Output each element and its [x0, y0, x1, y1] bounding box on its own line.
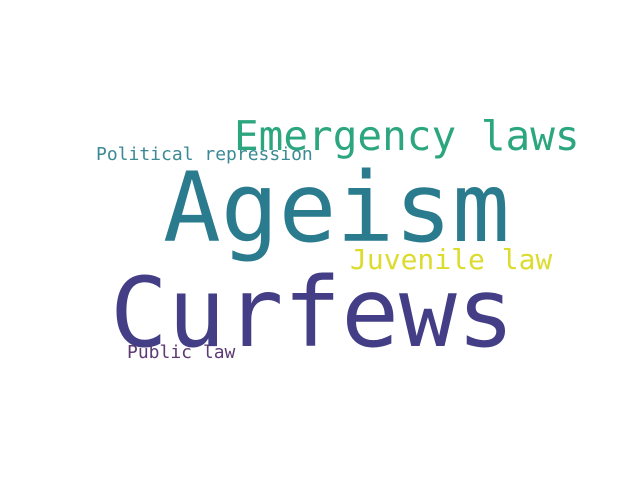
word-cloud: Curfews Ageism Emergency laws Juvenile l… — [0, 0, 640, 480]
word-political-repression: Political repression — [96, 144, 313, 165]
word-juvenile-law: Juvenile law — [350, 243, 553, 276]
word-public-law: Public law — [127, 342, 236, 363]
word-ageism: Ageism — [163, 152, 510, 264]
